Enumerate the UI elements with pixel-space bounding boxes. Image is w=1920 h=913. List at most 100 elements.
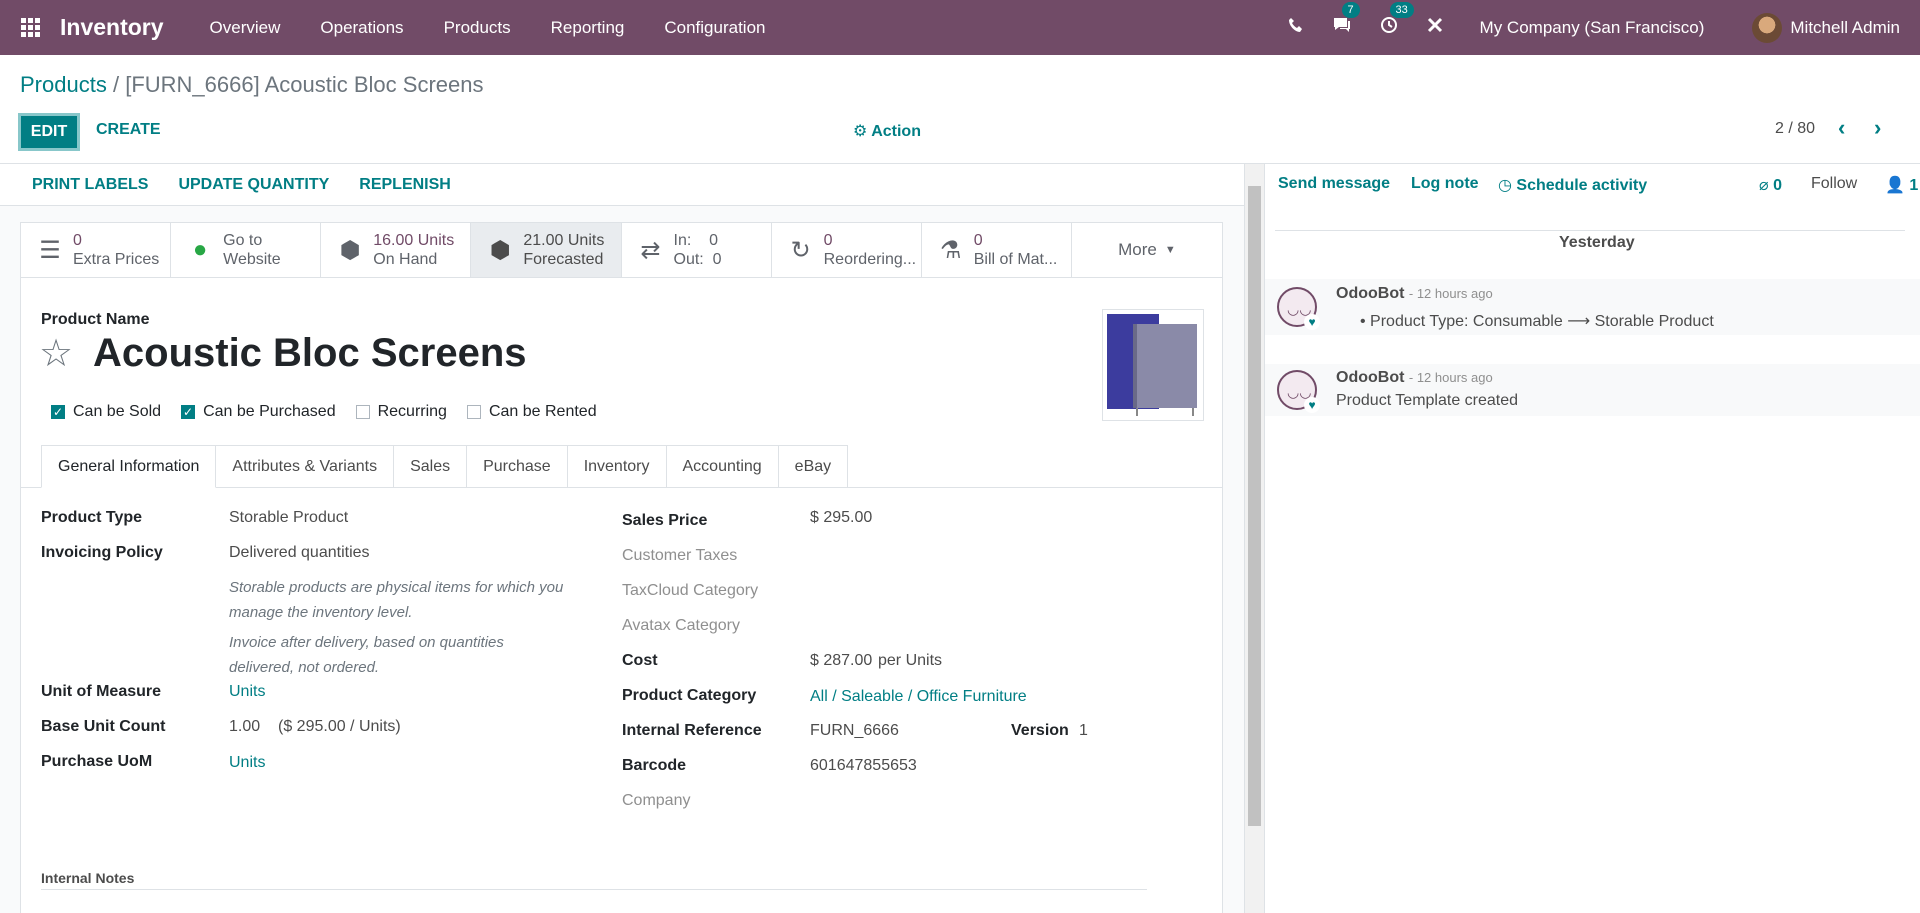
clock-icon: ◷: [1498, 177, 1512, 194]
breadcrumb-current: [FURN_6666] Acoustic Bloc Screens: [125, 72, 484, 97]
version-field[interactable]: 1: [1079, 722, 1088, 740]
tab-general-information[interactable]: General Information: [41, 445, 217, 488]
extra-prices-label: Extra Prices: [73, 251, 160, 268]
message-date: - 12 hours ago: [1408, 286, 1493, 301]
heart-icon: ♥: [1304, 397, 1320, 413]
can-be-sold-checkbox[interactable]: ✓ Can be Sold: [51, 403, 161, 421]
list-icon: ☰: [39, 236, 61, 264]
bill-of-materials-button[interactable]: ⚗ 0 Bill of Mat...: [922, 223, 1072, 277]
tab-ebay[interactable]: eBay: [778, 445, 849, 488]
breadcrumb: Products / [FURN_6666] Acoustic Bloc Scr…: [20, 72, 483, 98]
extra-prices-button[interactable]: ☰ 0 Extra Prices: [21, 223, 172, 277]
scrollbar-thumb[interactable]: [1248, 186, 1261, 826]
go-to-website-button[interactable]: ● Go to Website: [171, 223, 322, 277]
tab-sales[interactable]: Sales: [394, 445, 468, 488]
bom-value: 0: [973, 232, 983, 249]
form-scrollbar[interactable]: [1244, 164, 1264, 913]
invoicing-policy-field[interactable]: Delivered quantities: [229, 544, 370, 562]
menu-configuration[interactable]: Configuration: [664, 18, 765, 38]
pager-next-icon[interactable]: ›: [1874, 115, 1881, 141]
forecasted-button[interactable]: ⬢ 21.00 Units Forecasted: [471, 223, 622, 277]
recurring-checkbox[interactable]: Recurring: [355, 403, 447, 421]
paperclip-icon: ⌀: [1759, 177, 1769, 194]
internal-notes-field[interactable]: [41, 889, 1147, 890]
website-label: Website: [223, 251, 281, 268]
forecasted-label: Forecasted: [523, 251, 604, 268]
update-quantity-button[interactable]: UPDATE QUANTITY: [178, 176, 329, 194]
in-out-button[interactable]: ⇄ In: 0 Out: 0: [622, 223, 772, 277]
author-name: OdooBot: [1336, 285, 1405, 302]
message-author[interactable]: OdooBot - 12 hours ago: [1336, 369, 1493, 387]
print-labels-button[interactable]: PRINT LABELS: [32, 176, 148, 194]
schedule-activity-button[interactable]: ◷ Schedule activity: [1498, 175, 1647, 195]
action-menu[interactable]: ⚙ Action: [853, 121, 921, 141]
message-author[interactable]: OdooBot - 12 hours ago: [1336, 285, 1493, 303]
can-be-rented-checkbox[interactable]: Can be Rented: [466, 403, 597, 421]
send-message-button[interactable]: Send message: [1278, 175, 1390, 193]
caret-down-icon: ▼: [1164, 244, 1176, 256]
base-unit-count-field[interactable]: 1.00: [229, 718, 260, 736]
tab-accounting[interactable]: Accounting: [666, 445, 779, 488]
messages-icon[interactable]: 7: [1332, 2, 1360, 39]
barcode-field[interactable]: 601647855653: [810, 757, 917, 775]
product-type-field[interactable]: Storable Product: [229, 509, 348, 527]
menu-operations[interactable]: Operations: [320, 18, 403, 38]
uom-label: Unit of Measure: [41, 683, 162, 700]
internal-reference-field[interactable]: FURN_6666: [810, 722, 899, 740]
uom-field[interactable]: Units: [229, 683, 265, 701]
user-menu[interactable]: Mitchell Admin: [1790, 18, 1900, 38]
breadcrumb-products[interactable]: Products: [20, 72, 107, 97]
tab-inventory[interactable]: Inventory: [567, 445, 667, 488]
odoobot-avatar[interactable]: ◡◡ ♥: [1277, 370, 1320, 413]
tab-attributes-variants[interactable]: Attributes & Variants: [216, 445, 395, 488]
followers-count: 1: [1909, 177, 1919, 194]
tools-icon[interactable]: [1426, 16, 1444, 39]
tracking-value: Product Type: Consumable ⟶ Storable Prod…: [1370, 313, 1714, 330]
product-type-help: Storable products are physical items for…: [229, 579, 564, 621]
log-note-button[interactable]: Log note: [1411, 175, 1479, 193]
date-separator-line: [1275, 230, 1905, 231]
gear-icon: ⚙: [853, 123, 868, 140]
replenish-button[interactable]: REPLENISH: [359, 176, 451, 194]
follow-button[interactable]: Follow: [1811, 175, 1857, 193]
on-hand-button[interactable]: ⬢ 16.00 Units On Hand: [321, 223, 472, 277]
purchase-uom-field[interactable]: Units: [229, 754, 265, 772]
followers-button[interactable]: 👤 1: [1885, 175, 1918, 195]
taxcloud-category-label: TaxCloud Category: [622, 582, 759, 599]
more-button[interactable]: More ▼: [1072, 223, 1222, 277]
pager-previous-icon[interactable]: ‹: [1838, 115, 1845, 141]
flask-icon: ⚗: [939, 236, 962, 264]
app-name[interactable]: Inventory: [60, 14, 164, 41]
cost-label: Cost: [622, 652, 658, 669]
product-image[interactable]: [1102, 309, 1204, 421]
cost-field[interactable]: $ 287.00: [810, 652, 872, 670]
tab-purchase[interactable]: Purchase: [467, 445, 568, 488]
menu-reporting[interactable]: Reporting: [551, 18, 625, 38]
product-category-field[interactable]: All / Saleable / Office Furniture: [810, 688, 1027, 706]
odoobot-avatar[interactable]: ◡◡ ♥: [1277, 287, 1320, 330]
edit-button[interactable]: EDIT: [18, 113, 80, 151]
create-button[interactable]: CREATE: [96, 121, 161, 139]
favorite-star-icon[interactable]: ☆: [39, 331, 73, 376]
product-name-label: Product Name: [41, 311, 150, 328]
forecasted-value: 21.00 Units: [523, 232, 605, 249]
activities-icon[interactable]: 33: [1380, 2, 1414, 39]
more-label: More: [1118, 240, 1157, 259]
chatter-message: ◡◡ ♥ OdooBot - 12 hours ago Product Templ…: [1265, 364, 1920, 416]
reordering-button[interactable]: ↻ 0 Reordering...: [772, 223, 922, 277]
company-switcher[interactable]: My Company (San Francisco): [1480, 18, 1705, 38]
base-unit-count-label: Base Unit Count: [41, 718, 166, 735]
phone-icon[interactable]: [1288, 17, 1304, 38]
user-avatar[interactable]: [1752, 12, 1783, 43]
version-label: Version: [1011, 722, 1069, 739]
pager-value[interactable]: 2 / 80: [1775, 120, 1815, 138]
sales-price-field[interactable]: $ 295.00: [810, 509, 872, 527]
recurring-label: Recurring: [377, 403, 447, 420]
apps-menu-icon[interactable]: [0, 18, 60, 37]
menu-products[interactable]: Products: [444, 18, 511, 38]
can-be-rented-label: Can be Rented: [488, 403, 597, 420]
can-be-purchased-checkbox[interactable]: ✓ Can be Purchased: [181, 403, 336, 421]
invoicing-policy-label: Invoicing Policy: [41, 544, 163, 561]
attachments-button[interactable]: ⌀ 0: [1759, 175, 1782, 195]
menu-overview[interactable]: Overview: [210, 18, 281, 38]
